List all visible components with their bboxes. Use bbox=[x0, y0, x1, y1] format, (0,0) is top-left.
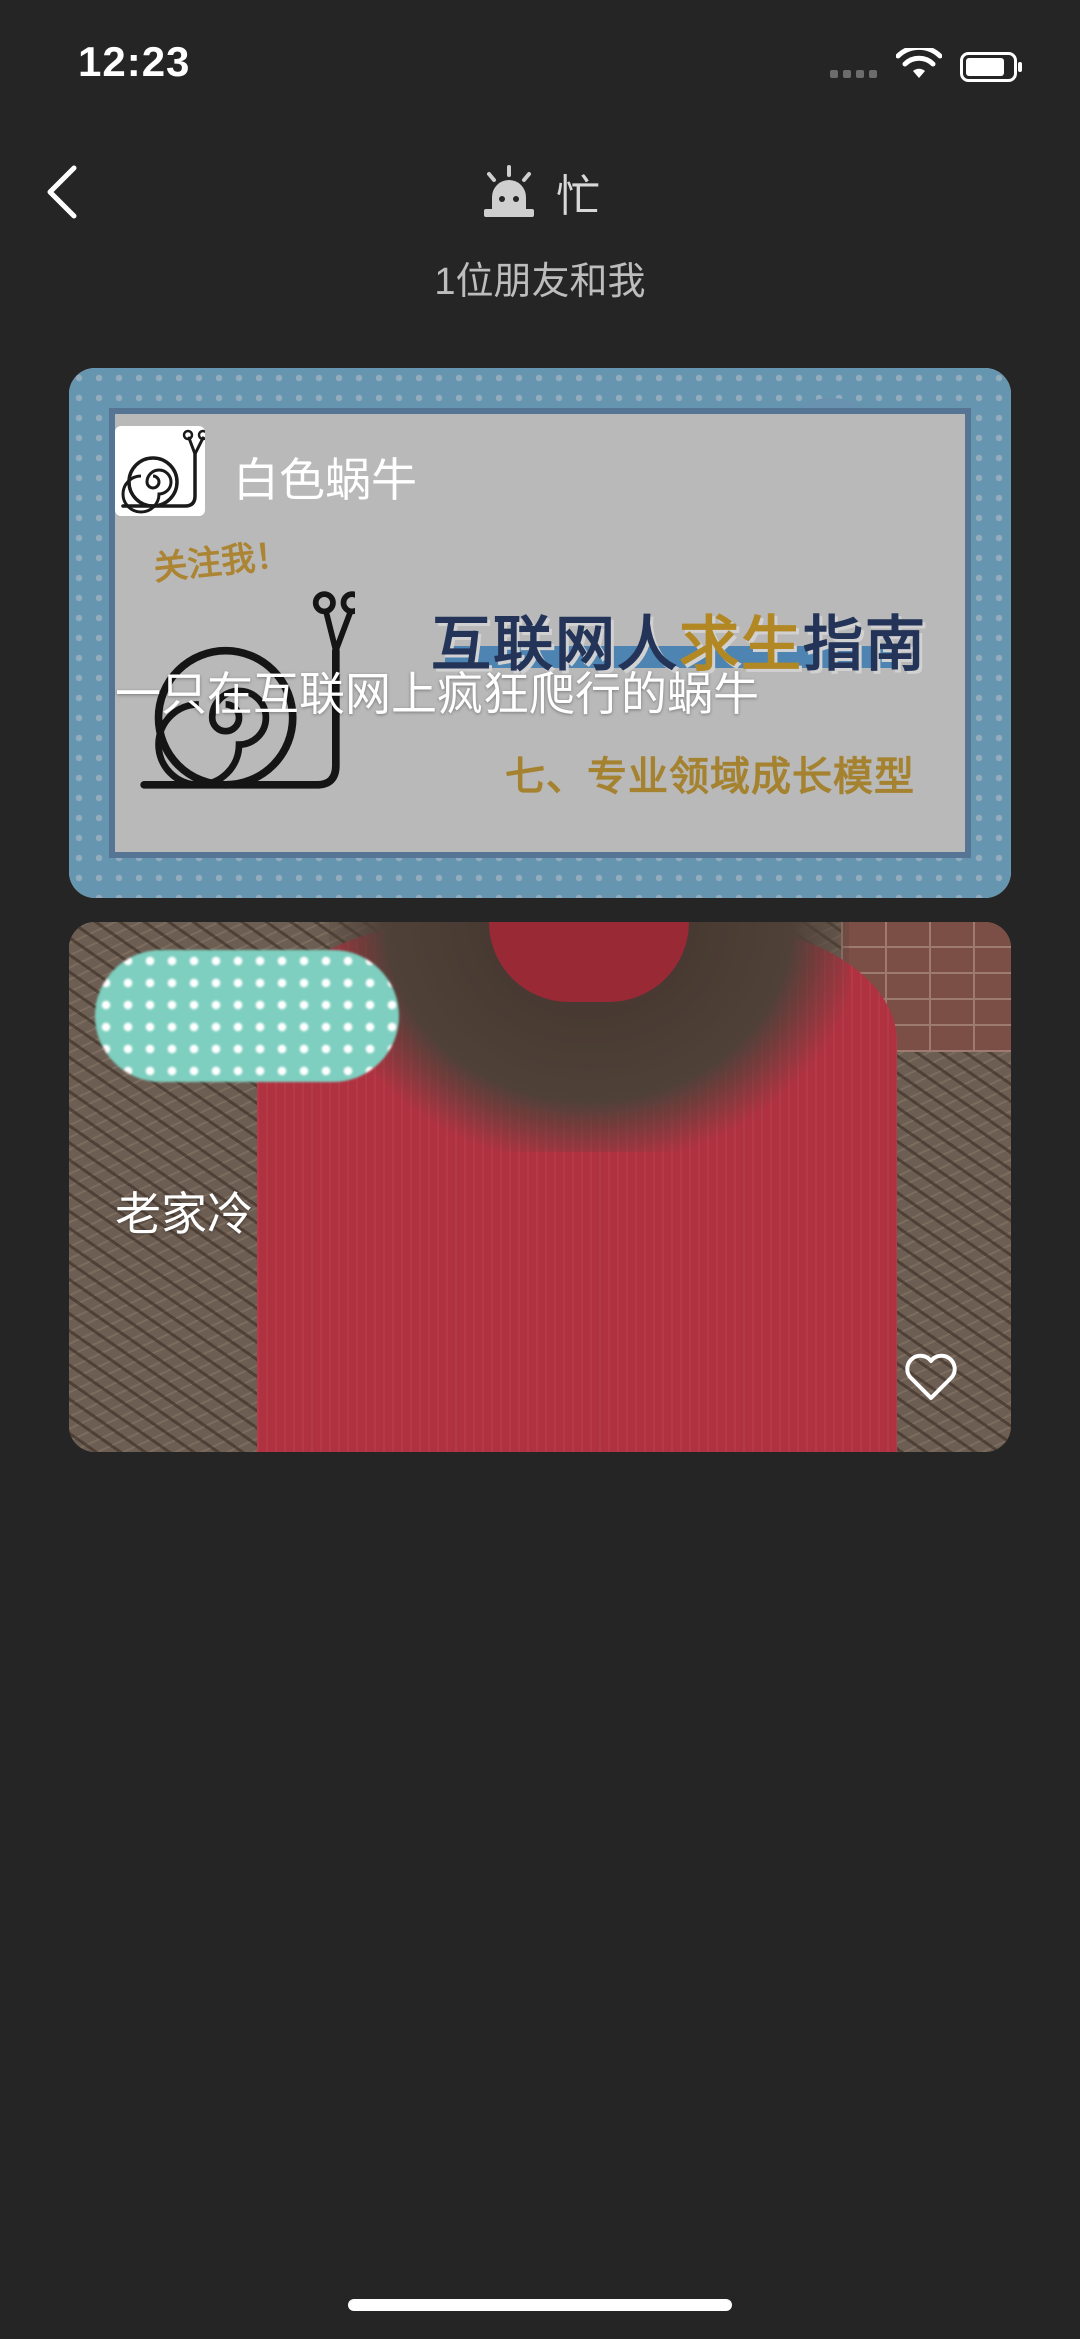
post-image-overlay bbox=[69, 368, 1011, 898]
page-subtitle: 1位朋友和我 bbox=[434, 261, 646, 303]
nav-title-bar: 忙 bbox=[0, 160, 1080, 221]
post-text: 老家冷 bbox=[115, 1188, 253, 1240]
post-text: 一只在互联网上疯狂爬行的蜗牛 bbox=[115, 668, 759, 720]
post-card[interactable]: 老家冷 bbox=[69, 922, 1011, 1452]
home-indicator[interactable] bbox=[348, 2299, 732, 2311]
avatar[interactable] bbox=[115, 426, 205, 516]
page-title: 忙 bbox=[556, 172, 600, 221]
screen: 12:23 忙 1位朋友和我 关注我！ 互联网人求生指南 七、专业领域成长模型 … bbox=[0, 0, 1080, 2339]
alarm-light-icon bbox=[484, 165, 534, 217]
post-card[interactable]: 关注我！ 互联网人求生指南 七、专业领域成长模型 白色蜗牛 一只在互联网上疯狂爬… bbox=[69, 368, 1011, 898]
privacy-mask bbox=[95, 950, 399, 1082]
status-time: 12:23 bbox=[78, 38, 191, 85]
snail-icon bbox=[121, 429, 205, 514]
status-icons bbox=[830, 46, 1040, 86]
heart-outline-icon[interactable] bbox=[903, 1352, 959, 1402]
signal-icon bbox=[830, 70, 880, 80]
battery-icon bbox=[960, 52, 1022, 82]
wifi-icon bbox=[896, 48, 942, 78]
author-name[interactable]: 白色蜗牛 bbox=[233, 444, 417, 510]
